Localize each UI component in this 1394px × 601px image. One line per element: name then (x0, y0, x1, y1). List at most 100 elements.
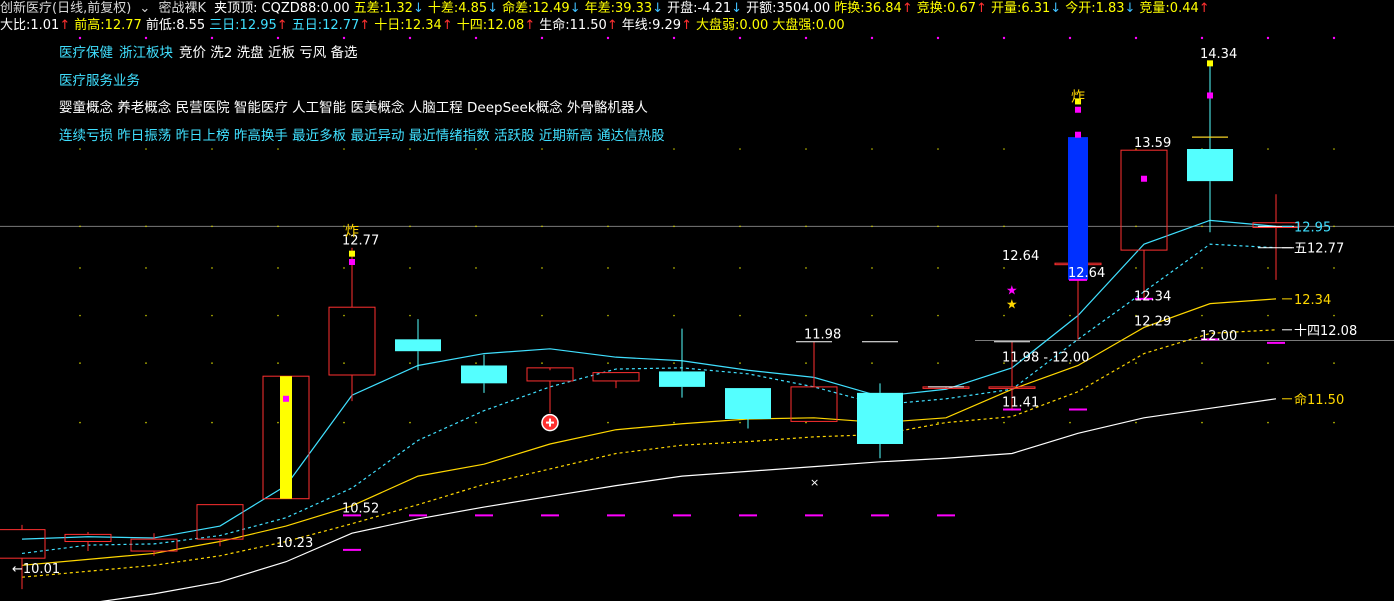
grid-dot (1333, 148, 1335, 150)
grid-dot (343, 421, 345, 424)
tag-row2-0[interactable]: 医疗服务业务 (59, 73, 140, 89)
highlight-bar (1068, 137, 1088, 280)
grid-dot (1135, 225, 1137, 228)
grid-dot-top (342, 36, 346, 40)
grid-dot (541, 267, 543, 269)
grid-dot (673, 362, 675, 364)
grid-dot (475, 421, 477, 424)
grid-dot (673, 225, 675, 228)
tag-row-sector: 医疗保健 浙江板块 竞价 洗2 洗盘 近板 亏风 备选 (59, 40, 671, 68)
grid-dot (541, 225, 543, 228)
star-icon: ★ (1006, 298, 1018, 313)
grid-dot (1003, 225, 1005, 228)
signal-square (349, 250, 355, 257)
candle-body (130, 538, 178, 552)
grid-dot (871, 314, 873, 317)
grid-dot (475, 225, 477, 228)
grid-dot (277, 314, 279, 317)
concept-tags: 医疗保健 浙江板块 竞价 洗2 洗盘 近板 亏风 备选 医疗服务业务 婴童概念 养老… (59, 40, 671, 150)
grid-dot (1201, 314, 1203, 317)
ma-life-line (100, 398, 1277, 601)
grid-dot (871, 148, 873, 150)
price-label: 10.23 (276, 536, 313, 551)
grid-dot (277, 267, 279, 269)
signal-square (1141, 175, 1147, 182)
grid-dot (1333, 421, 1335, 424)
grid-dot (805, 314, 807, 317)
tag-row1-1[interactable]: 浙江板块 (119, 45, 173, 61)
grid-dot (871, 225, 873, 228)
candle-body (196, 504, 244, 540)
grid-dot (1201, 225, 1203, 228)
grid-dot (1201, 362, 1203, 364)
grid-dot (1333, 267, 1335, 269)
grid-dot (1201, 421, 1203, 424)
grid-dot (805, 362, 807, 364)
grid-dot (343, 314, 345, 317)
grid-dot (937, 267, 939, 269)
signal-square (1075, 131, 1081, 138)
grid-dot-top (936, 36, 940, 40)
right-price-label: 12.95 (1294, 220, 1331, 235)
grid-dot (541, 362, 543, 364)
right-price-label: 12.34 (1294, 293, 1331, 308)
grid-dot (739, 362, 741, 364)
grid-dot (805, 225, 807, 228)
grid-dot (673, 314, 675, 317)
price-label: 12.34 (1134, 290, 1171, 305)
grid-dot (739, 314, 741, 317)
limit-up-highlight (280, 376, 292, 499)
signal-square (1207, 92, 1213, 99)
grid-dot-top (210, 36, 214, 40)
price-label: 12.00 (1200, 329, 1237, 344)
signal-square (283, 395, 289, 402)
grid-dot (673, 267, 675, 269)
grid-dot (277, 421, 279, 424)
grid-dot (607, 267, 609, 269)
grid-dot (937, 314, 939, 317)
grid-dot (277, 225, 279, 228)
grid-dot (607, 314, 609, 317)
grid-dot (475, 362, 477, 364)
tag-row4-0[interactable]: 连续亏损 昨日振荡 昨日上榜 昨高换手 最近多板 最近异动 最近情绪指数 活跃股… (59, 128, 665, 144)
grid-dot (1267, 148, 1269, 150)
grid-dot (343, 362, 345, 364)
tag-row-status: 连续亏损 昨日振荡 昨日上榜 昨高换手 最近多板 最近异动 最近情绪指数 活跃股… (59, 123, 671, 151)
grid-dot (1003, 314, 1005, 317)
grid-dot (1333, 362, 1335, 364)
grid-dot (409, 314, 411, 317)
ma10-line (21, 298, 1277, 566)
candle-body (64, 533, 112, 543)
grid-dot-top (540, 36, 544, 40)
grid-dot-top (1266, 36, 1270, 40)
candle-body (592, 372, 640, 382)
grid-dot (79, 362, 81, 364)
tag-row1-0[interactable]: 医疗保健 (59, 45, 113, 61)
grid-dot (739, 421, 741, 424)
grid-dot-top (1332, 36, 1336, 40)
cross-icon: × (810, 476, 819, 489)
candle-body (857, 392, 903, 444)
grid-dot (805, 421, 807, 424)
grid-dot (79, 314, 81, 317)
grid-dot-top (672, 36, 676, 40)
grid-dot (145, 314, 147, 317)
grid-dot (409, 225, 411, 228)
grid-dot (805, 267, 807, 269)
price-label: 12.64 (1002, 249, 1039, 264)
grid-dot (1201, 267, 1203, 269)
candle-body (725, 388, 771, 420)
grid-dot (1069, 421, 1071, 424)
grid-dot (1267, 421, 1269, 424)
tag-row3-0[interactable]: 婴童概念 养老概念 民营医院 智能医疗 人工智能 医美概念 人脑工程 DeepS… (59, 100, 648, 116)
grid-dot (277, 362, 279, 364)
price-label: ←10.01 (12, 562, 60, 577)
tag-row-concepts: 婴童概念 养老概念 民营医院 智能医疗 人工智能 医美概念 人脑工程 DeepS… (59, 95, 671, 123)
tag-row1-2[interactable]: 竞价 洗2 洗盘 近板 亏风 备选 (179, 45, 358, 61)
grid-dot-top (804, 36, 808, 40)
grid-dot (937, 225, 939, 228)
tag-row-business: 医疗服务业务 (59, 68, 671, 96)
grid-dot (1003, 421, 1005, 424)
grid-dot (409, 267, 411, 269)
grid-dot-top (738, 36, 742, 40)
